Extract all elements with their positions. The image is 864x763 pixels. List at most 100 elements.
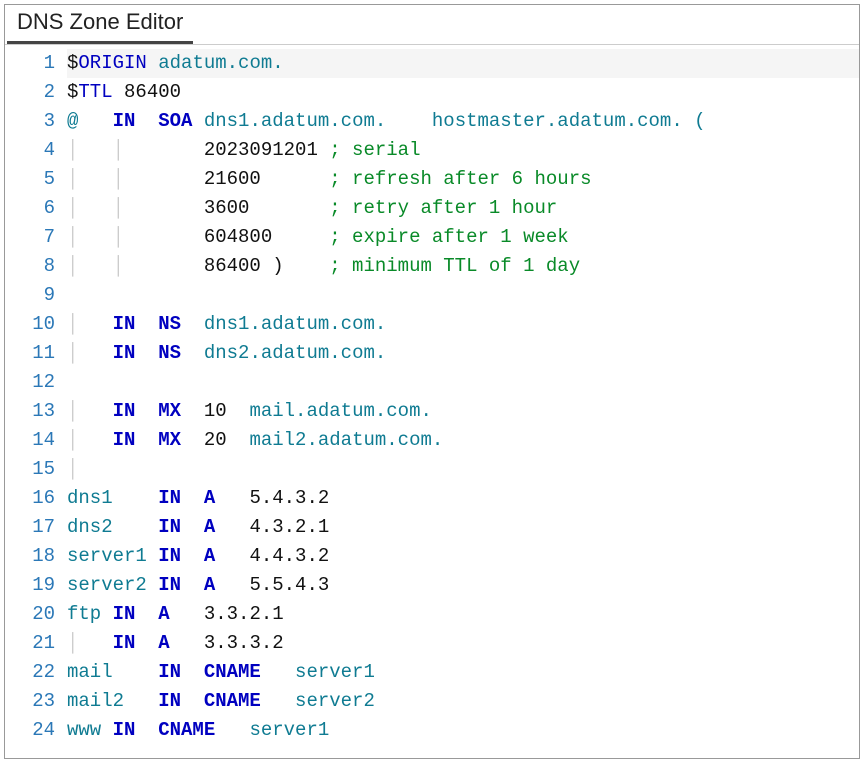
code-line[interactable]: www IN CNAME server1 — [67, 716, 859, 745]
code-token: IN CNAME — [113, 719, 216, 741]
code-line[interactable]: │ IN NS dns1.adatum.com. — [67, 310, 859, 339]
code-line[interactable]: │ │ 21600 ; refresh after 6 hours — [67, 165, 859, 194]
code-line[interactable]: @ IN SOA dns1.adatum.com. hostmaster.ada… — [67, 107, 859, 136]
code-token — [147, 52, 158, 74]
line-number-gutter: 123456789101112131415161718192021222324 — [5, 45, 67, 745]
code-line[interactable] — [67, 281, 859, 310]
line-number: 18 — [5, 542, 55, 571]
window-title: DNS Zone Editor — [7, 5, 193, 44]
code-token: IN SOA — [113, 110, 193, 132]
code-token: 4.3.2.1 — [215, 516, 329, 538]
code-token: www — [67, 719, 113, 741]
code-token: 2023091201 — [158, 139, 329, 161]
code-line[interactable]: │ — [67, 455, 859, 484]
code-token: IN MX — [113, 400, 181, 422]
code-token: server1 — [67, 545, 158, 567]
code-line[interactable]: $TTL 86400 — [67, 78, 859, 107]
code-token: server2 — [67, 574, 158, 596]
code-token: mail.adatum.com. — [249, 400, 431, 422]
code-line[interactable]: │ IN A 3.3.3.2 — [67, 629, 859, 658]
code-token: @ — [67, 110, 113, 132]
line-number: 19 — [5, 571, 55, 600]
code-token: server1 — [215, 719, 329, 741]
code-token: IN A — [158, 516, 215, 538]
code-token: IN NS — [113, 342, 181, 364]
code-token: adatum.com. — [158, 52, 283, 74]
code-line[interactable]: server2 IN A 5.5.4.3 — [67, 571, 859, 600]
code-token: 86400 — [113, 81, 181, 103]
code-token: 20 — [181, 429, 249, 451]
code-token: IN A — [158, 487, 215, 509]
code-token: server2 — [261, 690, 375, 712]
code-token: mail — [67, 661, 158, 683]
code-token: IN A — [158, 574, 215, 596]
line-number: 10 — [5, 310, 55, 339]
code-token — [181, 342, 204, 364]
code-token: IN MX — [113, 429, 181, 451]
code-token: IN NS — [113, 313, 181, 335]
code-token: 604800 — [158, 226, 329, 248]
code-token: 21600 — [158, 168, 329, 190]
code-token: dns2 — [67, 516, 158, 538]
code-editor[interactable]: 123456789101112131415161718192021222324 … — [5, 45, 859, 745]
code-token: ORIGIN — [78, 52, 146, 74]
line-number: 8 — [5, 252, 55, 281]
code-token: 4.4.3.2 — [215, 545, 329, 567]
code-line[interactable] — [67, 368, 859, 397]
line-number: 2 — [5, 78, 55, 107]
code-token: │ — [67, 342, 113, 364]
code-line[interactable]: │ │ 2023091201 ; serial — [67, 136, 859, 165]
code-line[interactable]: ftp IN A 3.3.2.1 — [67, 600, 859, 629]
code-token: dns1.adatum.com. — [204, 313, 386, 335]
code-area[interactable]: $ORIGIN adatum.com.$TTL 86400@ IN SOA dn… — [67, 45, 859, 745]
code-line[interactable]: server1 IN A 4.4.3.2 — [67, 542, 859, 571]
line-number: 21 — [5, 629, 55, 658]
code-token: server1 — [261, 661, 375, 683]
code-token: │ │ — [67, 226, 158, 248]
code-line[interactable]: dns2 IN A 4.3.2.1 — [67, 513, 859, 542]
code-token: │ │ — [67, 255, 158, 277]
code-token: dns2.adatum.com. — [204, 342, 386, 364]
code-token: $ — [67, 52, 78, 74]
code-token: 3.3.3.2 — [170, 632, 284, 654]
line-number: 17 — [5, 513, 55, 542]
code-token: │ — [67, 458, 78, 480]
code-token: mail2.adatum.com. — [249, 429, 443, 451]
code-token: │ — [67, 429, 113, 451]
line-number: 23 — [5, 687, 55, 716]
code-token: hostmaster.adatum.com. ( — [386, 110, 705, 132]
code-token: 3600 — [158, 197, 329, 219]
code-line[interactable]: │ │ 86400 ) ; minimum TTL of 1 day — [67, 252, 859, 281]
code-line[interactable]: │ │ 3600 ; retry after 1 hour — [67, 194, 859, 223]
line-number: 11 — [5, 339, 55, 368]
code-line[interactable]: │ IN MX 10 mail.adatum.com. — [67, 397, 859, 426]
line-number: 14 — [5, 426, 55, 455]
code-token: 3.3.2.1 — [170, 603, 284, 625]
code-token: dns1.adatum.com. — [204, 110, 386, 132]
code-line[interactable]: │ │ 604800 ; expire after 1 week — [67, 223, 859, 252]
code-line[interactable]: │ IN MX 20 mail2.adatum.com. — [67, 426, 859, 455]
code-token: │ — [67, 400, 113, 422]
code-line[interactable]: │ IN NS dns2.adatum.com. — [67, 339, 859, 368]
line-number: 15 — [5, 455, 55, 484]
line-number: 16 — [5, 484, 55, 513]
code-line[interactable]: $ORIGIN adatum.com. — [67, 49, 859, 78]
code-token: ; expire after 1 week — [329, 226, 568, 248]
line-number: 12 — [5, 368, 55, 397]
line-number: 9 — [5, 281, 55, 310]
code-token: │ │ — [67, 168, 158, 190]
line-number: 22 — [5, 658, 55, 687]
code-token: ; retry after 1 hour — [329, 197, 557, 219]
code-line[interactable]: mail2 IN CNAME server2 — [67, 687, 859, 716]
code-token: ftp — [67, 603, 113, 625]
line-number: 6 — [5, 194, 55, 223]
code-token: $ — [67, 81, 78, 103]
line-number: 1 — [5, 49, 55, 78]
code-line[interactable]: dns1 IN A 5.4.3.2 — [67, 484, 859, 513]
code-token: TTL — [78, 81, 112, 103]
code-token: 86400 ) — [158, 255, 329, 277]
line-number: 3 — [5, 107, 55, 136]
code-line[interactable]: mail IN CNAME server1 — [67, 658, 859, 687]
code-token: ; serial — [329, 139, 420, 161]
code-token: │ — [67, 632, 113, 654]
